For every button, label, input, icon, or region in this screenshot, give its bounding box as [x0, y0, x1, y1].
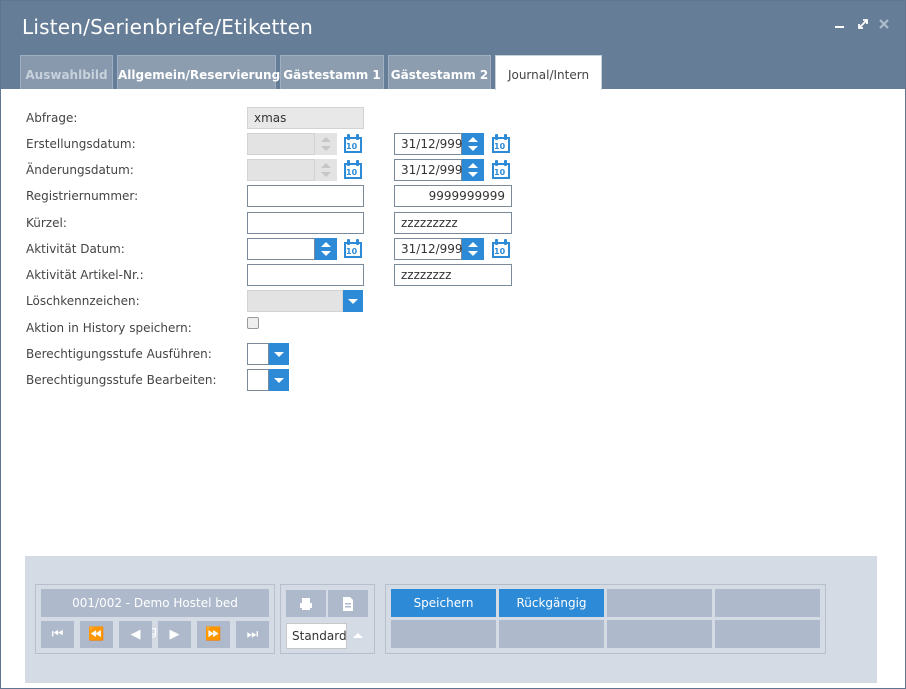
save-button[interactable]: Speichern	[391, 589, 496, 617]
window-title: Listen/Serienbriefe/Etiketten	[22, 15, 313, 39]
label-abfrage: Abfrage:	[26, 111, 78, 125]
calendar-icon[interactable]: 10	[343, 134, 363, 154]
tab-auswahlbild[interactable]: Auswahlbild	[20, 55, 113, 89]
label-loeschkennzeichen: Löschkennzeichen:	[26, 294, 140, 308]
empty-button[interactable]	[715, 589, 820, 617]
next-icon[interactable]: ▶	[158, 621, 191, 648]
label-aenderungsdatum: Änderungsdatum:	[26, 163, 134, 177]
erstellungsdatum-from-input[interactable]	[247, 133, 315, 155]
aktivitaet-datum-to-input[interactable]: 31/12/999	[394, 238, 463, 260]
label-kuerzel: Kürzel:	[26, 216, 67, 230]
layout-select[interactable]: Standardli	[286, 623, 347, 649]
first-icon[interactable]: ⏮	[41, 621, 74, 648]
label-aktivitaet-artikel: Aktivität Artikel-Nr.:	[26, 268, 144, 282]
tab-gaestestamm-1[interactable]: Gästestamm 1	[280, 55, 384, 89]
label-berecht-bearbeiten: Berechtigungsstufe Bearbeiten:	[26, 373, 217, 387]
label-berecht-ausfuehren: Berechtigungsstufe Ausführen:	[26, 347, 212, 361]
calendar-icon[interactable]: 10	[343, 239, 363, 259]
berecht-bearbeiten-select[interactable]	[247, 369, 269, 391]
calendar-icon[interactable]: 10	[491, 134, 511, 154]
erstellungsdatum-to-input[interactable]: 31/12/999	[394, 133, 463, 155]
empty-button[interactable]	[499, 620, 604, 648]
label-erstellungsdatum: Erstellungsdatum:	[26, 137, 136, 151]
aktivitaet-artikel-from-input[interactable]	[247, 264, 364, 286]
aktivitaet-datum-to-spinner[interactable]	[462, 238, 484, 260]
kuerzel-from-input[interactable]	[247, 212, 364, 234]
document-icon[interactable]	[328, 590, 368, 617]
tab-gaestestamm-2[interactable]: Gästestamm 2	[388, 55, 491, 89]
registriernummer-to-input[interactable]: 9999999999	[394, 185, 512, 207]
aenderungsdatum-from-spinner[interactable]	[315, 159, 337, 181]
minimize-icon[interactable]	[833, 17, 847, 31]
aktion-history-checkbox[interactable]	[247, 317, 259, 329]
previous-icon[interactable]: ◀	[119, 621, 152, 648]
aktivitaet-artikel-to-input[interactable]: zzzzzzzz	[394, 264, 512, 286]
erstellungsdatum-to-spinner[interactable]	[462, 133, 484, 155]
record-label: 001/002 - Demo Hostel bed categories	[41, 589, 269, 638]
loeschkennzeichen-select[interactable]	[247, 290, 343, 312]
calendar-icon[interactable]: 10	[343, 160, 363, 180]
aktivitaet-datum-from-spinner[interactable]	[315, 238, 337, 260]
chevron-down-icon[interactable]	[343, 290, 363, 312]
empty-button[interactable]	[607, 620, 712, 648]
chevron-down-icon[interactable]	[269, 369, 289, 391]
empty-button[interactable]	[607, 589, 712, 617]
label-aktion-history: Aktion in History speichern:	[26, 321, 192, 335]
registriernummer-from-input[interactable]	[247, 185, 364, 207]
last-icon[interactable]: ⏭	[236, 621, 269, 648]
tab-journal-intern[interactable]: Journal/Intern	[495, 55, 602, 90]
dialog-window: Listen/Serienbriefe/Etiketten Auswahlbil…	[0, 0, 906, 689]
label-registriernummer: Registriernummer:	[26, 189, 139, 203]
kuerzel-to-input[interactable]: zzzzzzzzz	[394, 212, 512, 234]
aktivitaet-datum-from-input[interactable]	[247, 238, 315, 260]
tab-allgemein-reservierung[interactable]: Allgemein/Reservierung	[117, 55, 280, 89]
printer-icon[interactable]	[286, 590, 326, 617]
calendar-icon[interactable]: 10	[491, 239, 511, 259]
calendar-icon[interactable]: 10	[491, 160, 511, 180]
erstellungsdatum-from-spinner[interactable]	[315, 133, 337, 155]
fast-forward-icon[interactable]: ⏩	[197, 621, 230, 648]
abfrage-field[interactable]: xmas	[247, 107, 364, 129]
berecht-ausfuehren-select[interactable]	[247, 343, 269, 365]
aenderungsdatum-to-spinner[interactable]	[462, 159, 484, 181]
empty-button[interactable]	[391, 620, 496, 648]
aenderungsdatum-to-input[interactable]: 31/12/999	[394, 159, 463, 181]
aenderungsdatum-from-input[interactable]	[247, 159, 315, 181]
undo-button[interactable]: Rückgängig	[499, 589, 604, 617]
chevron-up-icon[interactable]	[353, 633, 363, 638]
close-icon[interactable]	[877, 17, 891, 31]
empty-button[interactable]	[715, 620, 820, 648]
chevron-down-icon[interactable]	[269, 343, 289, 365]
maximize-icon[interactable]	[856, 17, 870, 31]
label-aktivitaet-datum: Aktivität Datum:	[26, 242, 125, 256]
fast-rewind-icon[interactable]: ⏪	[80, 621, 113, 648]
